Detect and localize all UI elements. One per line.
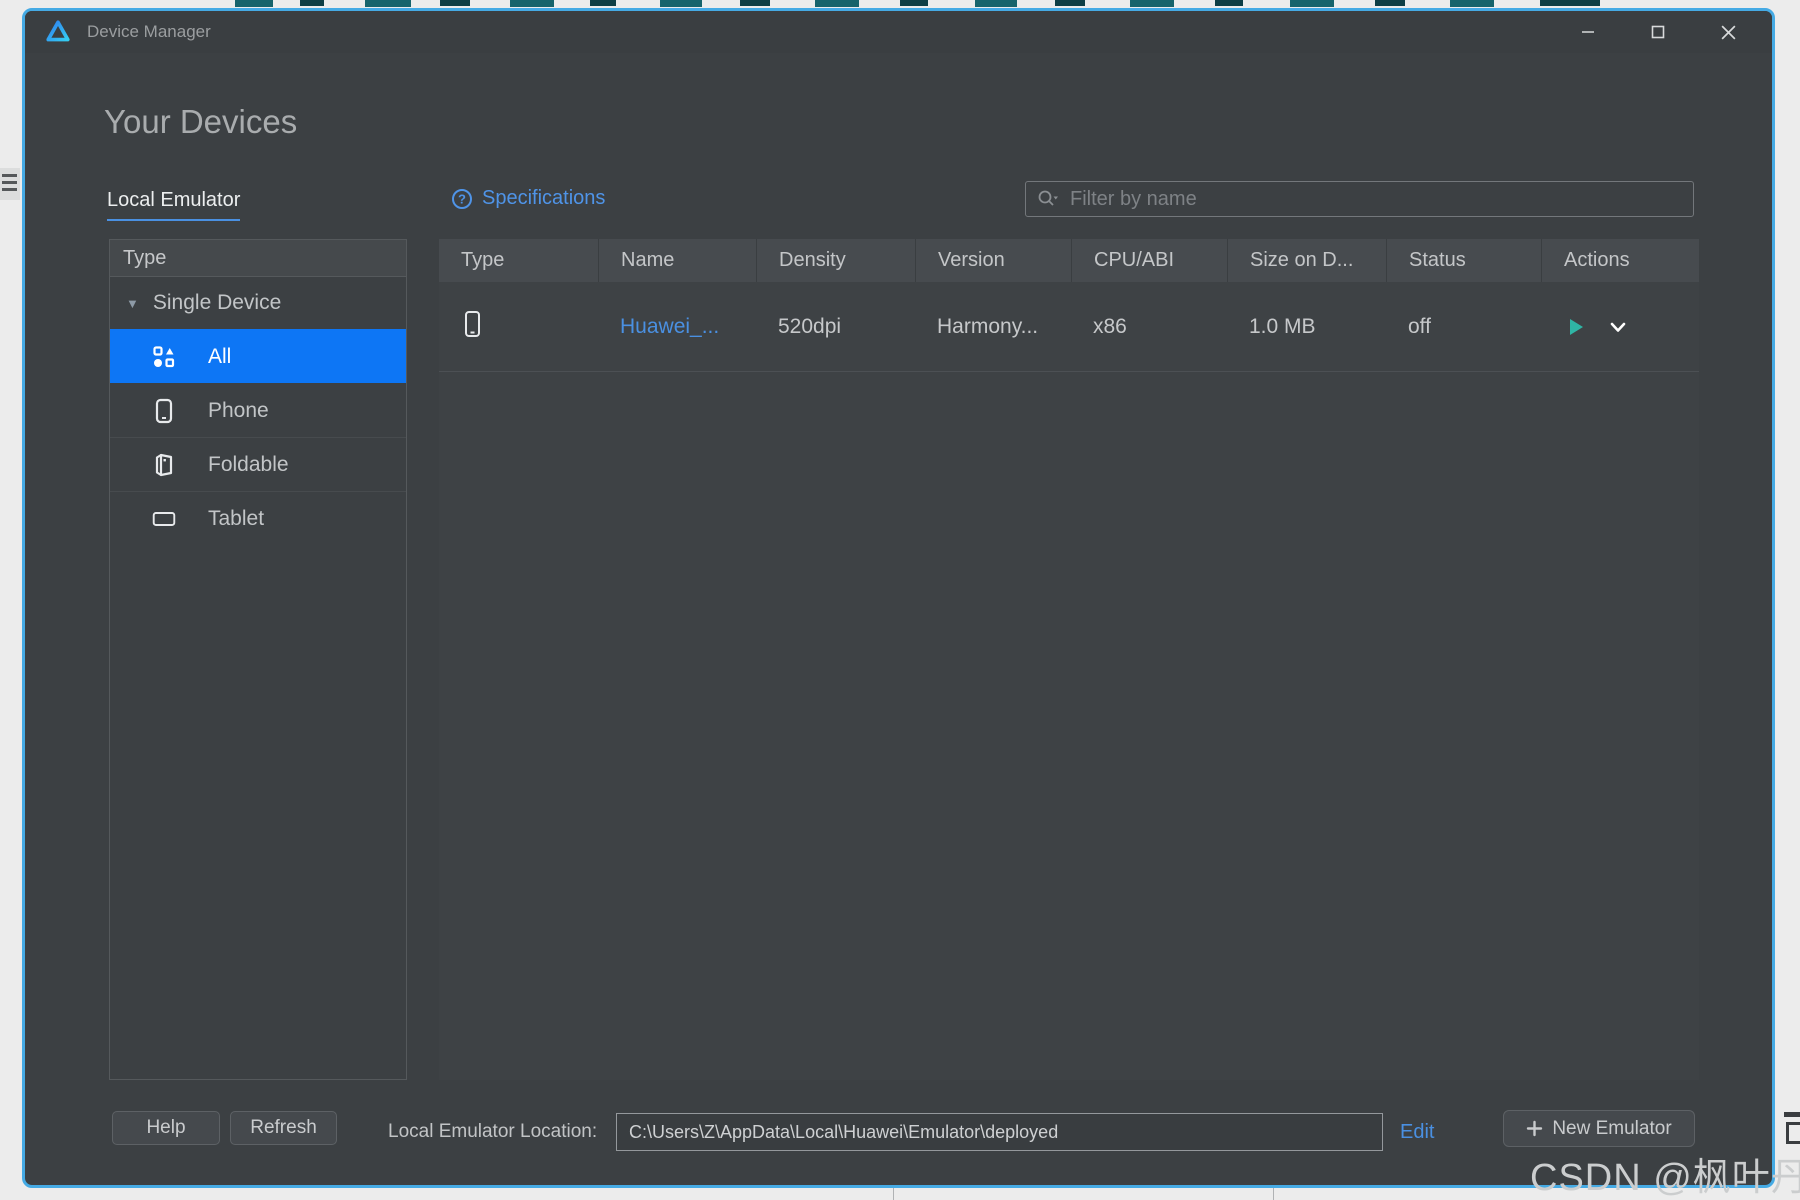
column-header-version[interactable]: Version xyxy=(915,239,1071,282)
chevron-down-icon: ▼ xyxy=(126,296,139,311)
location-input[interactable] xyxy=(616,1113,1383,1151)
window-title: Device Manager xyxy=(87,22,211,42)
tablet-icon xyxy=(152,509,176,529)
specifications-link[interactable]: ? Specifications xyxy=(451,187,605,210)
sidebar-item-label: All xyxy=(208,345,231,369)
sidebar-item-foldable[interactable]: Foldable xyxy=(110,437,406,491)
deveco-logo-icon xyxy=(45,19,71,45)
more-actions-button[interactable] xyxy=(1607,316,1629,338)
column-header-status[interactable]: Status xyxy=(1386,239,1541,282)
minimize-button[interactable] xyxy=(1558,14,1618,50)
refresh-button[interactable]: Refresh xyxy=(230,1111,337,1145)
column-header-type[interactable]: Type xyxy=(439,239,598,282)
phone-icon xyxy=(152,398,176,424)
table-row[interactable]: Huawei_... 520dpi Harmony... x86 1.0 MB … xyxy=(439,282,1699,372)
sidebar-item-phone[interactable]: Phone xyxy=(110,383,406,437)
column-header-cpu-abi[interactable]: CPU/ABI xyxy=(1071,239,1227,282)
play-icon xyxy=(1563,315,1587,339)
edit-link[interactable]: Edit xyxy=(1400,1121,1434,1144)
location-label: Local Emulator Location: xyxy=(388,1121,597,1143)
table-header-row: Type Name Density Version CPU/ABI Size o… xyxy=(439,239,1699,282)
new-emulator-label: New Emulator xyxy=(1552,1118,1671,1140)
column-header-actions[interactable]: Actions xyxy=(1541,239,1699,282)
device-status: off xyxy=(1386,315,1541,339)
sidebar-item-label: Phone xyxy=(208,399,269,423)
type-sidebar: Type ▼ Single Device All xyxy=(109,239,407,1080)
help-button[interactable]: Help xyxy=(112,1111,220,1145)
sidebar-item-label: Tablet xyxy=(208,507,264,531)
all-grid-icon xyxy=(152,345,176,369)
devices-table: Type Name Density Version CPU/ABI Size o… xyxy=(439,239,1699,1080)
maximize-button[interactable] xyxy=(1628,14,1688,50)
phone-icon xyxy=(464,309,481,339)
plus-icon xyxy=(1526,1120,1543,1137)
new-emulator-button[interactable]: New Emulator xyxy=(1503,1110,1695,1147)
type-header: Type xyxy=(110,240,406,277)
device-size: 1.0 MB xyxy=(1227,315,1386,339)
device-name-link[interactable]: Huawei_... xyxy=(620,315,719,338)
help-circle-icon: ? xyxy=(451,188,473,210)
close-button[interactable] xyxy=(1698,14,1758,50)
search-icon[interactable] xyxy=(1036,188,1060,210)
sidebar-item-label: Foldable xyxy=(208,453,289,477)
tab-local-emulator[interactable]: Local Emulator xyxy=(107,189,240,221)
group-single-device[interactable]: ▼ Single Device xyxy=(110,277,406,329)
device-cpu-abi: x86 xyxy=(1071,315,1227,339)
chevron-down-icon xyxy=(1607,316,1629,338)
specifications-label: Specifications xyxy=(482,187,605,210)
sidebar-item-all[interactable]: All xyxy=(110,329,406,383)
column-header-density[interactable]: Density xyxy=(756,239,915,282)
run-device-button[interactable] xyxy=(1563,315,1587,339)
foldable-icon xyxy=(152,452,176,478)
group-label: Single Device xyxy=(153,291,281,315)
titlebar: Device Manager xyxy=(25,11,1772,53)
device-version: Harmony... xyxy=(915,315,1071,339)
device-density: 520dpi xyxy=(756,315,915,339)
column-header-name[interactable]: Name xyxy=(598,239,756,282)
device-manager-window: Device Manager Your Devices Local Emulat… xyxy=(22,8,1775,1188)
watermark: CSDN @枫叶丹4 xyxy=(1530,1146,1800,1200)
page-title: Your Devices xyxy=(104,103,297,141)
filter-input[interactable] xyxy=(1070,188,1683,211)
column-header-size[interactable]: Size on D... xyxy=(1227,239,1386,282)
filter-box xyxy=(1025,181,1694,217)
background-fragment-icon xyxy=(0,168,20,200)
svg-text:?: ? xyxy=(458,191,466,206)
sidebar-item-tablet[interactable]: Tablet xyxy=(110,491,406,545)
